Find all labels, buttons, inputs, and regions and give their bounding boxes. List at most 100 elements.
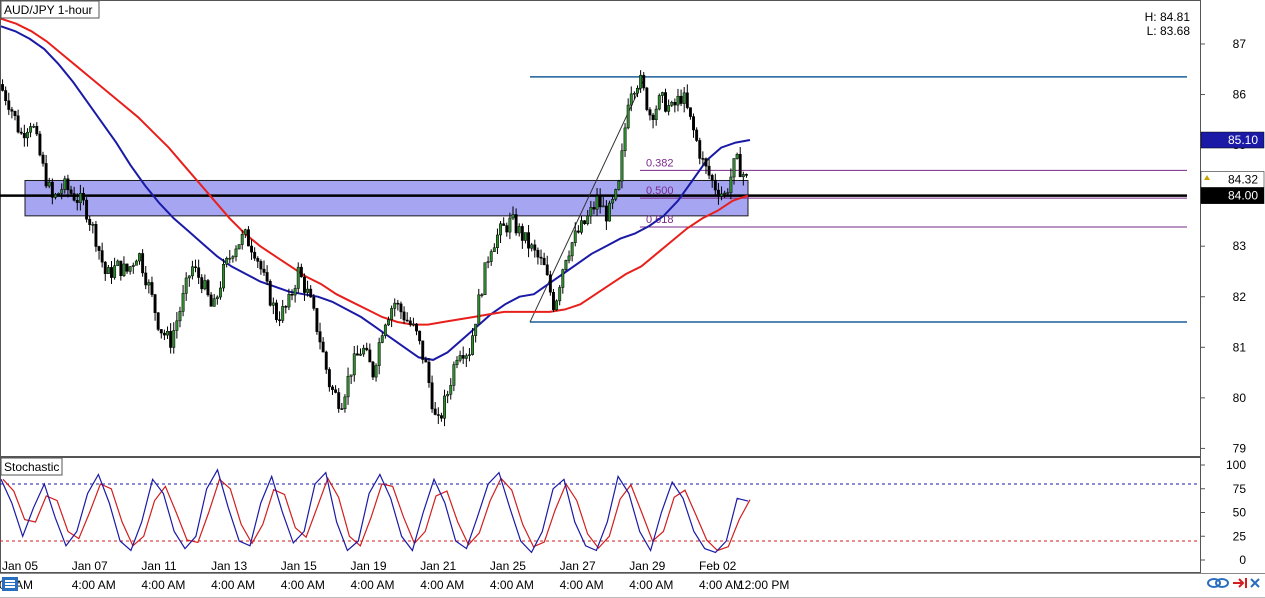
candle-body (340, 408, 344, 410)
menu-icon[interactable] (2, 577, 18, 591)
candle-body (408, 320, 412, 325)
y-tick-label: 79 (1233, 441, 1247, 455)
y-tick-label: 81 (1233, 340, 1247, 354)
candle-body (150, 282, 154, 295)
candle-body (240, 234, 244, 245)
candle-body (698, 140, 702, 159)
candle-body (228, 257, 232, 260)
candle-body (377, 342, 381, 366)
candle-body (390, 308, 394, 320)
candle-body (511, 214, 515, 219)
y-tick-label: 80 (1233, 391, 1247, 405)
candle-body (41, 154, 45, 164)
candle-body (471, 335, 474, 355)
candle-body (194, 266, 197, 268)
candle-body (380, 335, 384, 343)
candle-body (452, 364, 456, 386)
chart-canvas: 0.3820.5000.618 878685848382818079100755… (0, 0, 1265, 598)
candle-body (682, 92, 686, 104)
candle-body (499, 223, 503, 236)
candle-body (704, 158, 708, 167)
candle-body (234, 248, 238, 257)
candle-body (343, 396, 347, 409)
candle-body (415, 323, 418, 332)
candle-body (85, 199, 89, 220)
x-tick-time: 4:00 AM (211, 578, 255, 592)
candle-body (275, 302, 278, 320)
demand-zone (24, 179, 749, 217)
candle-body (536, 249, 540, 258)
candle-body (393, 302, 397, 309)
candle-body (349, 374, 353, 377)
candle-body (318, 331, 322, 343)
candle-body (620, 150, 624, 182)
candle-body (555, 300, 559, 310)
candle-body (47, 181, 51, 187)
candle-body (552, 291, 555, 310)
candle-body (508, 217, 512, 233)
candle-body (623, 127, 627, 152)
candle-body (461, 355, 465, 359)
candle-body (262, 268, 266, 273)
candle-body (651, 114, 655, 120)
candle-body (502, 223, 506, 226)
candle-body (166, 331, 169, 336)
candle-body (312, 296, 316, 309)
candle-body (203, 280, 207, 290)
candle-body (567, 255, 571, 261)
candle-body (676, 95, 680, 106)
candle-body (489, 251, 493, 262)
candle-body (66, 178, 70, 191)
candle-body (225, 258, 229, 265)
candle-body (707, 165, 711, 176)
x-tick-time: 4:00 AM (72, 578, 116, 592)
candle-body (474, 323, 478, 336)
candle-body (250, 245, 254, 253)
candle-body (670, 102, 674, 106)
candle-body (738, 154, 742, 178)
candle-body (315, 308, 319, 332)
stochastic-title: Stochastic (4, 460, 59, 474)
candle-body (10, 109, 14, 112)
candle-body (639, 74, 643, 89)
candle-body (365, 347, 369, 351)
candle-body (723, 192, 727, 195)
candle-body (106, 267, 110, 274)
candle-body (570, 242, 574, 257)
y-tick-label: 83 (1233, 239, 1247, 253)
candle-body (695, 129, 699, 141)
candle-body (16, 115, 20, 133)
candle-body (527, 232, 531, 249)
candle-body (113, 265, 117, 278)
candle-body (346, 376, 350, 398)
x-tick-date: Jan 29 (629, 559, 665, 573)
candle-body (63, 178, 67, 190)
candle-body (69, 189, 73, 194)
candle-body (331, 386, 334, 390)
candle-body (564, 260, 568, 270)
candle-body (237, 244, 241, 250)
candle-body (545, 264, 549, 276)
candle-body (296, 266, 300, 289)
candle-body (455, 359, 459, 365)
candle-body (645, 87, 649, 110)
candle-body (741, 174, 745, 178)
x-tick-date: Jan 13 (211, 559, 247, 573)
candle-body (608, 202, 611, 222)
candle-body (383, 324, 387, 336)
candle-body (110, 267, 113, 278)
candle-body (131, 265, 135, 267)
candle-body (222, 264, 225, 289)
candle-body (287, 294, 291, 308)
candle-body (88, 218, 92, 225)
candle-body (187, 275, 191, 279)
candle-body (38, 133, 42, 156)
x-tick-time: 4:00 AM (560, 578, 604, 592)
candle-body (443, 395, 446, 419)
candle-body (94, 224, 98, 247)
x-tick-date: Jan 05 (2, 559, 38, 573)
candle-body (26, 131, 29, 139)
fib-label-0.500: 0.500 (646, 185, 674, 197)
candle-body (362, 347, 366, 355)
x-tick-time: 4:00 AM (351, 578, 395, 592)
